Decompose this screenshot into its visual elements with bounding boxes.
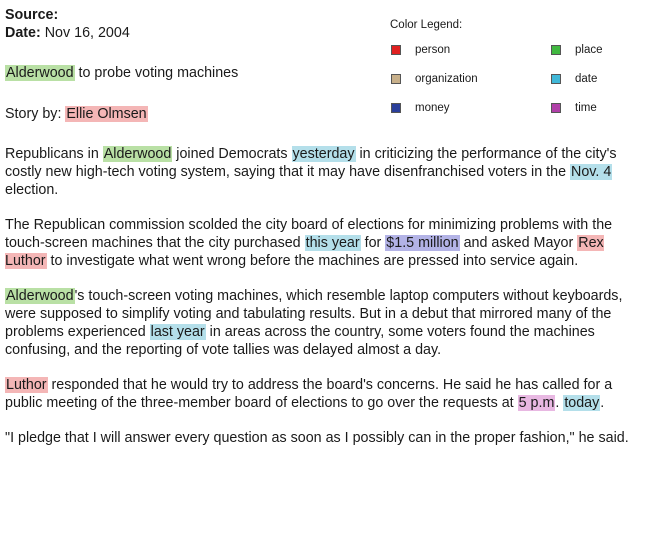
entity-date: today bbox=[563, 395, 601, 411]
entity-person: Luthor bbox=[5, 377, 48, 393]
legend-item-money: money bbox=[391, 101, 450, 115]
legend-label: organization bbox=[415, 73, 478, 85]
swatch-date bbox=[551, 74, 561, 84]
legend-item-organization: organization bbox=[391, 72, 478, 86]
legend-item-person: person bbox=[391, 43, 450, 57]
swatch-place bbox=[551, 45, 561, 55]
text-run: and asked Mayor bbox=[459, 235, 578, 251]
entity-place: Alderwood bbox=[5, 288, 75, 304]
text-run: . bbox=[600, 395, 605, 411]
headline: Alderwood to probe voting machines bbox=[5, 64, 238, 82]
legend-label: date bbox=[575, 73, 598, 85]
byline: Story by: Ellie Olmsen bbox=[5, 105, 148, 123]
paragraph: Republicans in Alderwood joined Democrat… bbox=[5, 145, 647, 199]
article-body: Republicans in Alderwood joined Democrat… bbox=[5, 145, 647, 464]
paragraph: The Republican commission scolded the ci… bbox=[5, 216, 647, 270]
legend-item-place: place bbox=[551, 43, 603, 57]
swatch-money bbox=[391, 103, 401, 113]
color-legend: Color Legend: person place organization … bbox=[390, 18, 650, 133]
paragraph: Luthor responded that he would try to ad… bbox=[5, 376, 647, 412]
entity-date: Nov. 4 bbox=[570, 164, 613, 180]
text-run: Republicans in bbox=[5, 146, 103, 162]
text-run: for bbox=[360, 235, 386, 251]
legend-label: place bbox=[575, 44, 603, 56]
text-run: election. bbox=[5, 182, 59, 198]
legend-label: money bbox=[415, 102, 450, 114]
swatch-organization bbox=[391, 74, 401, 84]
legend-label: time bbox=[575, 102, 597, 114]
paragraph: "I pledge that I will answer every quest… bbox=[5, 429, 647, 447]
legend-grid: person place organization date money tim… bbox=[390, 43, 650, 133]
swatch-time bbox=[551, 103, 561, 113]
legend-label: person bbox=[415, 44, 451, 56]
date-value: Nov 16, 2004 bbox=[44, 25, 130, 41]
entity-person: Ellie Olmsen bbox=[65, 106, 148, 122]
legend-item-date: date bbox=[551, 72, 597, 86]
swatch-person bbox=[391, 45, 401, 55]
article-meta: Source: Date: Nov 16, 2004 bbox=[5, 6, 130, 42]
entity-time: 5 p.m bbox=[517, 395, 556, 411]
legend-item-time: time bbox=[551, 101, 597, 115]
legend-title: Color Legend: bbox=[390, 19, 463, 31]
entity-money: $1.5 million bbox=[385, 235, 460, 251]
entity-date: last year bbox=[149, 324, 206, 340]
paragraph: Alderwood's touch-screen voting machines… bbox=[5, 287, 647, 359]
text-run: to investigate what went wrong before th… bbox=[46, 253, 579, 269]
headline-text: to probe voting machines bbox=[74, 65, 239, 81]
date-label: Date: bbox=[5, 25, 41, 41]
entity-place: Alderwood bbox=[102, 146, 173, 162]
text-run: joined Democrats bbox=[172, 146, 292, 162]
entity-place: Alderwood bbox=[5, 65, 75, 81]
source-label: Source: bbox=[5, 7, 59, 23]
entity-date: this year bbox=[304, 235, 361, 251]
text-run: "I pledge that I will answer every quest… bbox=[5, 430, 629, 446]
entity-date: yesterday bbox=[291, 146, 356, 162]
byline-label: Story by: bbox=[5, 106, 66, 122]
